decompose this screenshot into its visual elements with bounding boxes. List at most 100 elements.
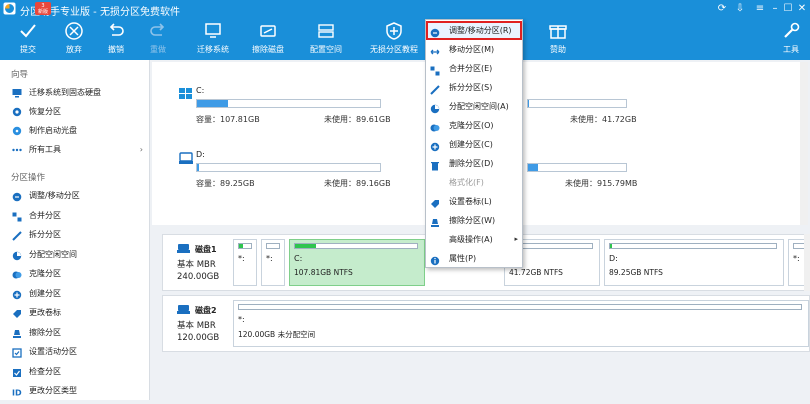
- volume-card-unlabeled[interactable]: 未使用：41.72GB: [522, 81, 732, 137]
- sidebar-item-migrate[interactable]: 迁移系统到固态硬盘: [10, 84, 145, 102]
- download-icon[interactable]: ⇩: [733, 2, 747, 15]
- redo-button[interactable]: 重做: [140, 17, 176, 60]
- sidebar-item-label: 所有工具: [29, 145, 61, 154]
- wizard-section-title: 向导: [11, 70, 29, 80]
- donate-icon: [549, 25, 567, 39]
- volume-free: 未使用：89.16GB: [324, 179, 391, 188]
- sidebar-item-op[interactable]: 调整/移动分区: [10, 187, 145, 205]
- sidebar-item-op[interactable]: 拆分分区: [10, 226, 145, 244]
- disk-info: 磁盘2 基本 MBR 120.00GB: [163, 296, 229, 351]
- sidebar-item-recover[interactable]: 恢复分区: [10, 103, 145, 121]
- context-menu-item[interactable]: 删除分区(D): [426, 154, 522, 173]
- sidebar-item-label: 设置活动分区: [29, 347, 77, 356]
- sidebar-item-op[interactable]: 克隆分区: [10, 265, 145, 283]
- usage-bar: [527, 163, 627, 172]
- maximize-icon[interactable]: ☐: [781, 2, 795, 15]
- context-menu-item[interactable]: 克隆分区(O): [426, 116, 522, 135]
- sidebar-item-op[interactable]: 合并分区: [10, 207, 145, 225]
- cards-scrollbar[interactable]: [800, 62, 808, 225]
- partition-usage-bar: [294, 243, 418, 249]
- context-menu-item[interactable]: 设置卷标(L): [426, 192, 522, 211]
- context-menu-item[interactable]: 拆分分区(S): [426, 78, 522, 97]
- usage-fill: [528, 164, 538, 171]
- usage-bar: [527, 99, 627, 108]
- context-menu-item[interactable]: 擦除分区(W): [426, 211, 522, 230]
- partition-usage-bar: [609, 243, 777, 249]
- context-menu-item[interactable]: 创建分区(C): [426, 135, 522, 154]
- tutorial-button[interactable]: 无损分区教程: [365, 17, 423, 60]
- context-menu-item-label: 删除分区(D): [449, 159, 494, 168]
- context-menu-item[interactable]: 调整/移动分区(R): [426, 21, 522, 40]
- version-badge[interactable]: 3 新版: [35, 2, 51, 15]
- sidebar-item-label: 更改卷标: [29, 308, 61, 317]
- usage-fill: [197, 100, 229, 107]
- tutorial-label: 无损分区教程: [370, 45, 418, 54]
- partition-detail: 89.25GB NTFS: [609, 268, 663, 277]
- allocate-space-button[interactable]: 配置空间: [305, 17, 347, 60]
- partition-block-d[interactable]: D: 89.25GB NTFS: [604, 239, 784, 286]
- wipe-disk-button[interactable]: 擦除磁盘: [247, 17, 289, 60]
- sidebar-item-op[interactable]: 创建分区: [10, 285, 145, 303]
- resize-icon: [12, 191, 22, 202]
- context-menu-item[interactable]: 移动分区(M): [426, 40, 522, 59]
- disk-scrollbar[interactable]: [804, 234, 810, 291]
- partition-block-unallocated[interactable]: *: 120.00GB 未分配空间: [233, 300, 809, 347]
- clone-icon: [12, 269, 22, 279]
- context-menu-item[interactable]: 合并分区(E): [426, 59, 522, 78]
- partition-block-c-selected[interactable]: C: 107.81GB NTFS: [289, 239, 425, 286]
- app-window: 分区助手专业版 - 无损分区免费软件 3 新版 ⟳ ⇩ ≡ – ☐ ✕ 提交 放…: [0, 0, 810, 400]
- submenu-arrow-icon: ▸: [514, 235, 518, 243]
- sidebar-item-op[interactable]: 分配空闲空间: [10, 246, 145, 264]
- minimize-icon[interactable]: –: [768, 2, 782, 15]
- disk-icon: [177, 244, 190, 253]
- partition-name: *:: [238, 315, 245, 324]
- tutorial-icon: [386, 22, 402, 40]
- refresh-icon[interactable]: ⟳: [715, 2, 729, 15]
- drive-icon: [179, 152, 193, 164]
- volume-card-d[interactable]: D: 容量：89.25GB 未使用：89.16GB: [178, 145, 391, 201]
- usage-fill: [197, 164, 199, 171]
- undo-button[interactable]: 撤销: [98, 17, 134, 60]
- sidebar-item-op[interactable]: 设置活动分区: [10, 343, 145, 361]
- close-icon[interactable]: ✕: [795, 2, 809, 15]
- donate-button[interactable]: 赞助: [540, 17, 576, 60]
- tools-button[interactable]: 工具: [776, 17, 806, 60]
- sidebar-item-label: 制作启动光盘: [29, 126, 77, 135]
- volume-card-c[interactable]: C: 容量：107.81GB 未使用：89.61GB: [178, 81, 391, 137]
- tools-icon: [784, 22, 800, 38]
- sidebar-item-bootdisk[interactable]: 制作启动光盘: [10, 122, 145, 140]
- volume-card-recovery[interactable]: 未使用：915.79MB: [522, 145, 732, 201]
- migrate-system-button[interactable]: 迁移系统: [192, 17, 234, 60]
- sidebar-item-all-tools[interactable]: 所有工具 ›: [10, 141, 145, 159]
- disk-size: 120.00GB: [177, 333, 220, 343]
- volume-capacity: 容量：89.25GB: [196, 179, 255, 188]
- sidebar-item-op[interactable]: 擦除分区: [10, 324, 145, 342]
- allocate-space-label: 配置空间: [310, 45, 342, 54]
- submit-button[interactable]: 提交: [10, 17, 46, 60]
- id-icon: ID: [12, 386, 22, 398]
- context-menu-item[interactable]: 高级操作(A) ▸: [426, 230, 522, 249]
- partition-block[interactable]: *:: [261, 239, 285, 286]
- discard-button[interactable]: 放弃: [56, 17, 92, 60]
- context-menu-item[interactable]: 属性(P): [426, 249, 522, 268]
- sidebar-item-op[interactable]: 检查分区: [10, 363, 145, 381]
- submit-label: 提交: [20, 45, 36, 54]
- sidebar: 向导 迁移系统到固态硬盘 恢复分区 制作启动光盘 所有工具 › 分区操作 调整/…: [0, 60, 150, 400]
- split-icon: [12, 230, 22, 241]
- context-menu-item-label: 擦除分区(W): [449, 216, 496, 225]
- info-icon: [430, 254, 440, 266]
- partition-block[interactable]: *:: [233, 239, 257, 286]
- context-menu-item[interactable]: 格式化(F): [426, 173, 522, 192]
- disk-row-2[interactable]: 磁盘2 基本 MBR 120.00GB *: 120.00GB 未分配空间: [162, 295, 810, 352]
- disk-size: 240.00GB: [177, 272, 220, 282]
- menu-icon[interactable]: ≡: [753, 2, 767, 15]
- check-icon: [20, 24, 36, 38]
- split-icon: [430, 83, 440, 95]
- sidebar-item-op[interactable]: 更改卷标: [10, 304, 145, 322]
- context-menu-item[interactable]: 分配空闲空间(A): [426, 97, 522, 116]
- sidebar-item-op[interactable]: ID 更改分区类型: [10, 382, 145, 400]
- partition-usage-fill: [295, 244, 316, 248]
- merge-icon: [430, 64, 440, 76]
- partition-usage-fill: [239, 244, 243, 248]
- sidebar-item-label: 合并分区: [29, 210, 61, 220]
